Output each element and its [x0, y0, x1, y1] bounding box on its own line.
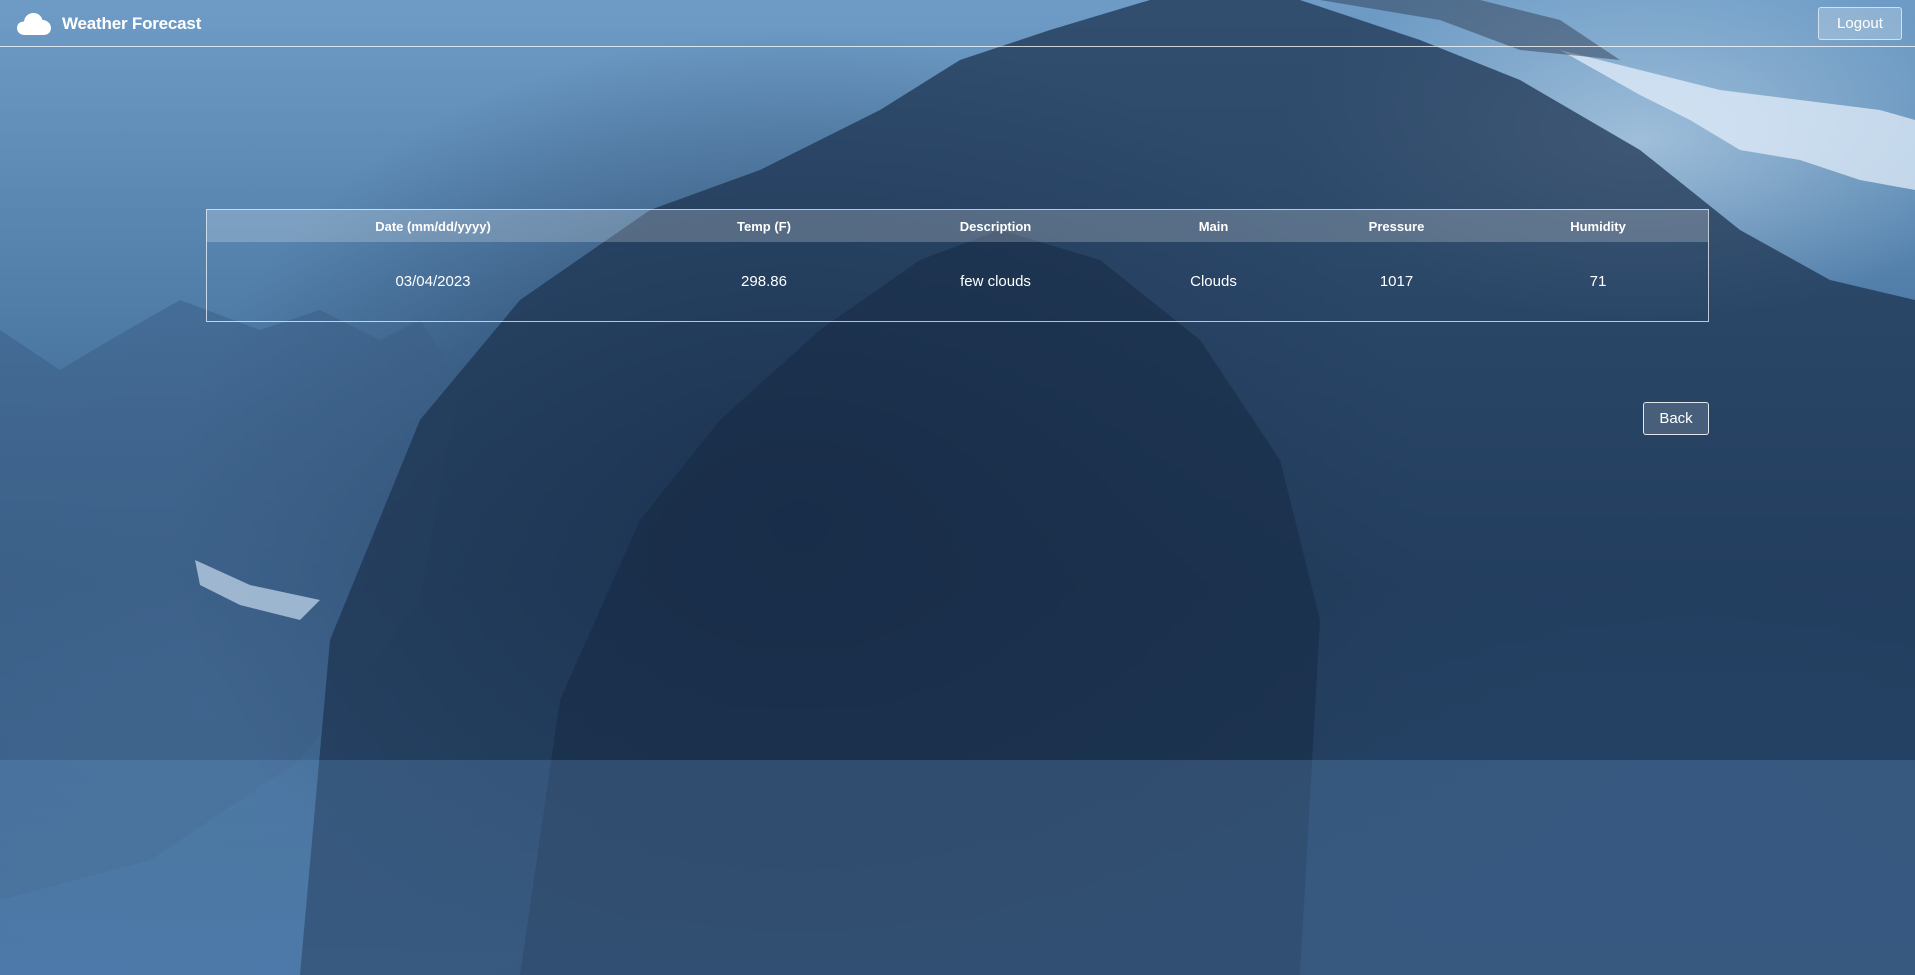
table-header-row: Date (mm/dd/yyyy) Temp (F) Description M… — [207, 210, 1708, 242]
column-header-main: Main — [1198, 218, 1229, 234]
cloud-icon — [17, 13, 51, 35]
mountain-silhouette — [0, 0, 1915, 975]
back-button[interactable]: Back — [1643, 402, 1709, 435]
logout-button[interactable]: Logout — [1818, 7, 1902, 40]
app-title: Weather Forecast — [62, 14, 202, 33]
column-header-date: Date (mm/dd/yyyy) — [375, 218, 491, 234]
column-header-temp: Temp (F) — [737, 218, 791, 234]
forecast-table: Date (mm/dd/yyyy) Temp (F) Description M… — [206, 209, 1709, 322]
column-header-pressure: Pressure — [1368, 218, 1425, 234]
cell-date: 03/04/2023 — [395, 273, 471, 290]
navbar: Weather Forecast Logout — [0, 0, 1915, 47]
cell-humidity: 71 — [1589, 273, 1607, 290]
table-row: 03/04/2023 298.86 few clouds Clouds 1017… — [207, 242, 1708, 321]
mountain-background — [0, 0, 1915, 975]
cell-main: Clouds — [1190, 273, 1237, 290]
cell-description: few clouds — [960, 273, 1031, 290]
cell-temp: 298.86 — [741, 273, 787, 290]
column-header-description: Description — [959, 218, 1032, 234]
cell-pressure: 1017 — [1379, 273, 1414, 290]
brand[interactable]: Weather Forecast — [16, 10, 201, 38]
column-header-humidity: Humidity — [1570, 218, 1626, 234]
